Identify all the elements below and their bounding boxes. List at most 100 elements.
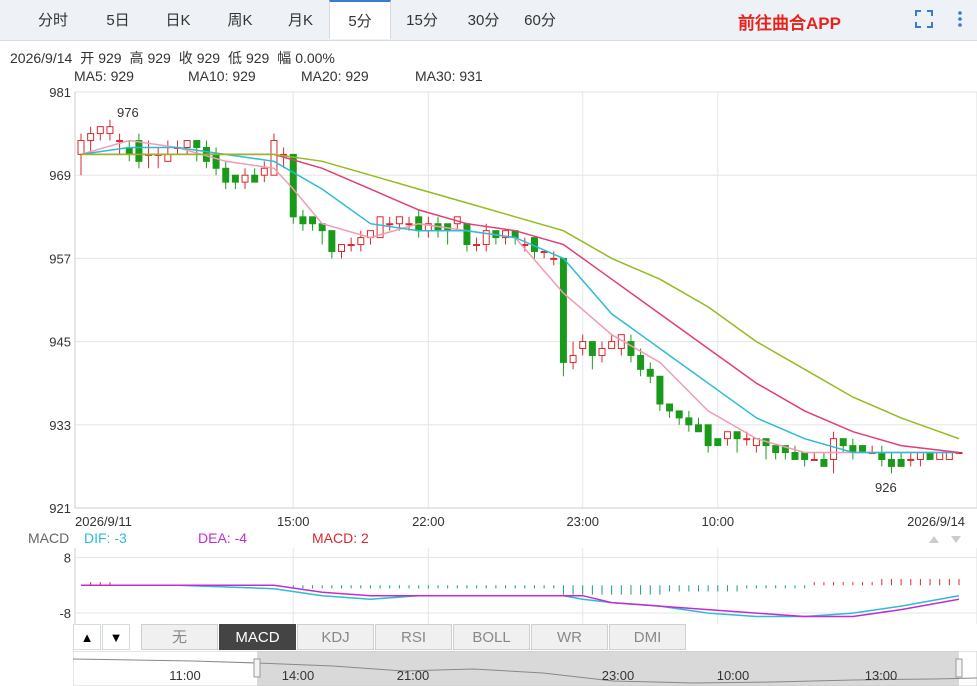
candle-body	[251, 174, 259, 183]
x-tick-label: 2026/9/11	[75, 514, 132, 529]
candle-body	[405, 223, 413, 226]
ma20-legend: MA20: 929	[301, 68, 369, 84]
candle-body	[463, 223, 471, 246]
candlestick-chart[interactable]: 981 969 957 945 933 921 2026/9/11 15:00 22:00 23:…	[0, 84, 977, 529]
candle-body	[656, 375, 664, 405]
macd-tick-label: -8	[59, 606, 71, 621]
candle-body	[945, 452, 953, 460]
navigator-label: 10:00	[717, 668, 750, 683]
candle-body	[772, 445, 780, 454]
candle-body	[193, 140, 201, 148]
more-options-icon[interactable]	[950, 9, 970, 29]
macd-tick-label: 8	[64, 550, 71, 565]
candle-body	[627, 341, 635, 356]
tab-6[interactable]: 5分	[329, 0, 391, 39]
x-tick-label: 15:00	[277, 514, 310, 529]
y-tick-label: 957	[49, 251, 71, 266]
indicator-button-0[interactable]: 无	[141, 624, 218, 650]
tab-1[interactable]: 分时	[18, 0, 88, 40]
candle-body	[907, 458, 915, 461]
ma-line-ma20	[81, 153, 960, 454]
candle-body	[859, 445, 867, 454]
candle-body	[810, 458, 818, 461]
ma5-legend: MA5: 929	[74, 68, 134, 84]
candle-body	[733, 431, 741, 440]
indicator-button-1[interactable]: MACD	[219, 624, 296, 650]
info-change-label: 幅	[277, 50, 292, 66]
x-tick-label: 22:00	[412, 514, 445, 529]
macd-dif-legend: DIF: -3	[84, 530, 127, 546]
indicator-button-2[interactable]: KDJ	[297, 624, 374, 650]
x-tick-label: 23:00	[566, 514, 599, 529]
candle-body	[579, 341, 587, 350]
macd-chart[interactable]: 8 -8	[0, 548, 977, 624]
y-tick-label: 981	[49, 85, 71, 100]
candle-body	[183, 140, 191, 148]
ma30-legend: MA30: 931	[415, 68, 483, 84]
candle-body	[550, 257, 558, 260]
candle-body	[116, 140, 124, 143]
candle-body	[559, 257, 567, 363]
candle-body	[386, 223, 394, 226]
macd-value-legend: MACD: 2	[312, 530, 369, 546]
navigator-label: 14:00	[282, 668, 315, 683]
candle-body	[299, 216, 307, 225]
info-high-label: 高	[129, 50, 144, 66]
candle-body	[222, 167, 230, 183]
candle-body	[347, 244, 355, 247]
ma10-legend: MA10: 929	[188, 68, 256, 84]
zoom-in-button[interactable]: ▲	[73, 624, 101, 650]
candle-body	[839, 438, 847, 447]
x-tick-label: 10:00	[702, 514, 735, 529]
candle-body	[260, 167, 268, 176]
min-annotation: 926	[875, 480, 897, 495]
tab-7[interactable]: 15分	[391, 0, 453, 40]
open-app-link[interactable]: 前往曲合APP	[738, 9, 841, 34]
candle-body	[646, 368, 654, 377]
candle-body	[289, 153, 297, 218]
info-close: 929	[196, 50, 221, 66]
candle-body	[473, 244, 481, 247]
macd-scroll-arrows-icon[interactable]	[927, 533, 967, 545]
navigator-label: 21:00	[397, 668, 430, 683]
candle-body	[830, 438, 838, 460]
candle-body	[801, 452, 809, 460]
indicator-button-3[interactable]: RSI	[375, 624, 452, 650]
candle-body	[878, 452, 886, 460]
tab-3[interactable]: 日K	[148, 0, 208, 40]
info-open-label: 开	[80, 50, 95, 66]
ma-line-ma5	[80, 139, 959, 454]
ma-line-ma30	[81, 153, 960, 440]
candle-body	[357, 237, 365, 246]
navigator-label: 23:00	[602, 668, 635, 683]
tab-4[interactable]: 周K	[208, 0, 272, 40]
y-tick-label: 945	[49, 335, 71, 350]
period-tab-bar: 分时 5日 日K 周K 月K 5分 15分 30分 60分 前往曲合APP	[0, 0, 977, 41]
indicator-button-6[interactable]: DMI	[609, 624, 686, 650]
tab-5[interactable]: 月K	[272, 0, 329, 40]
candle-body	[309, 216, 317, 225]
y-tick-label: 969	[49, 168, 71, 183]
y-tick-label: 933	[49, 418, 71, 433]
info-date: 2026/9/14	[10, 50, 73, 66]
navigator-label: 11:00	[169, 668, 201, 683]
tab-8[interactable]: 30分	[453, 0, 514, 40]
info-high: 929	[147, 50, 171, 66]
candle-body	[685, 417, 693, 426]
zoom-out-button[interactable]: ▼	[102, 624, 130, 650]
candle-body	[135, 140, 143, 162]
info-close-label: 收	[178, 50, 193, 66]
candle-body	[704, 424, 712, 447]
tab-2[interactable]: 5日	[88, 0, 148, 40]
tab-9[interactable]: 60分	[514, 0, 566, 40]
candle-body	[87, 133, 95, 142]
candle-body	[212, 153, 220, 169]
macd-dea-line	[81, 584, 960, 618]
x-tick-label: 2026/9/14	[907, 514, 965, 529]
candle-body	[598, 348, 606, 356]
indicator-button-4[interactable]: BOLL	[453, 624, 530, 650]
range-navigator[interactable]: 11:00 14:00 21:00 23:00 10:00 13:00	[73, 651, 977, 686]
candle-body	[588, 341, 596, 356]
fullscreen-icon[interactable]	[914, 9, 934, 29]
indicator-button-5[interactable]: WR	[531, 624, 608, 650]
